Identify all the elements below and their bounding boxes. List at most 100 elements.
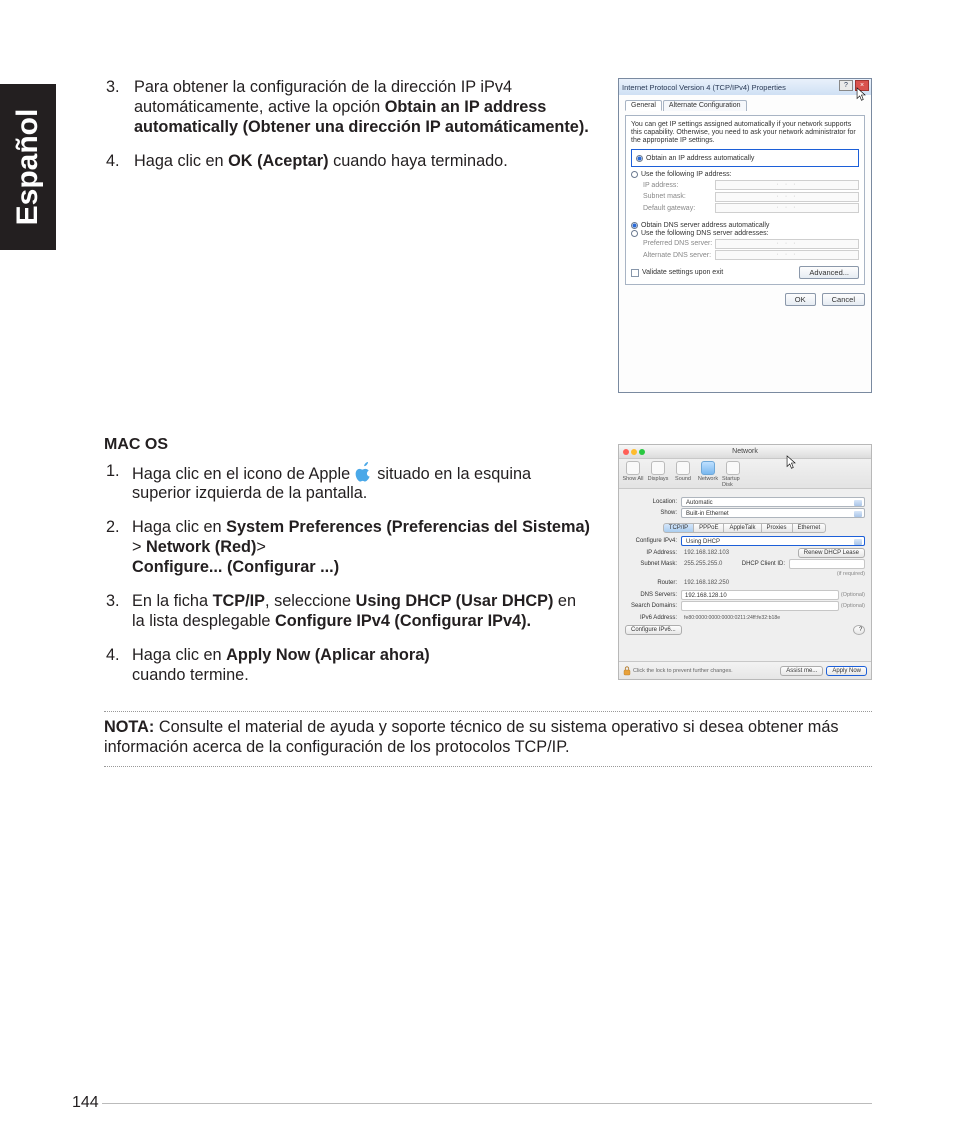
startup-disk-icon bbox=[726, 461, 740, 475]
radio-icon bbox=[636, 155, 643, 162]
configure-ipv6-button[interactable]: Configure IPv6... bbox=[625, 625, 682, 635]
label-show: Show: bbox=[625, 510, 681, 516]
renew-lease-button[interactable]: Renew DHCP Lease bbox=[798, 548, 865, 558]
bold-text: Using DHCP (Usar DHCP) bbox=[356, 592, 554, 610]
tab-general[interactable]: General bbox=[625, 100, 662, 111]
ok-button[interactable]: OK bbox=[785, 293, 816, 306]
display-icon bbox=[651, 461, 665, 475]
bold-text: Configure IPv4 (Con­figurar IPv4). bbox=[275, 612, 531, 630]
lock-icon bbox=[623, 666, 631, 676]
validate-checkbox-row[interactable]: Validate settings upon exit Advanced... bbox=[631, 266, 859, 279]
dhcp-client-id-field[interactable] bbox=[789, 559, 865, 569]
cancel-button[interactable]: Cancel bbox=[822, 293, 865, 306]
toolbar-label: Startup Disk bbox=[722, 476, 744, 488]
apply-now-button[interactable]: Apply Now bbox=[826, 666, 867, 676]
location-select[interactable]: Automatic bbox=[681, 497, 865, 507]
toolbar-label: Network bbox=[698, 476, 718, 482]
dialog-titlebar[interactable]: Internet Protocol Version 4 (TCP/IPv4) P… bbox=[619, 79, 871, 95]
label-gateway: Default gateway: bbox=[643, 205, 715, 212]
label-ip: IP address: bbox=[643, 182, 715, 189]
label-alt-dns: Alternate DNS server: bbox=[643, 252, 715, 259]
radio-label: Obtain an IP address automatically bbox=[646, 155, 754, 162]
label-subnet: Subnet Mask: bbox=[625, 561, 681, 567]
text: cuando termine. bbox=[132, 666, 249, 684]
assist-me-button[interactable]: Assist me... bbox=[780, 666, 823, 676]
page-footer-line bbox=[102, 1103, 872, 1104]
ip-address-field[interactable] bbox=[715, 180, 859, 190]
tab-alternate[interactable]: Alternate Configuration bbox=[663, 100, 747, 111]
note-paragraph: NOTA: Consulte el material de ayuda y so… bbox=[104, 718, 872, 758]
label-location: Location: bbox=[625, 499, 681, 505]
subnet-field[interactable] bbox=[715, 192, 859, 202]
bold-text: Apply Now (Aplicar ahora) bbox=[226, 646, 430, 664]
show-select[interactable]: Built-in Ethernet bbox=[681, 508, 865, 518]
language-tab: Español bbox=[0, 84, 56, 250]
radio-icon bbox=[631, 230, 638, 237]
value-ip: 192.168.182.103 bbox=[681, 548, 798, 558]
dotted-divider bbox=[104, 711, 872, 712]
subtab-proxies[interactable]: Proxies bbox=[761, 523, 793, 533]
language-tab-label: Español bbox=[11, 109, 45, 226]
radio-icon bbox=[631, 222, 638, 229]
configure-ipv4-select[interactable]: Using DHCP bbox=[681, 536, 865, 546]
text: , seleccione bbox=[265, 592, 356, 610]
mac-network-window: Network Show All Displays Sound Network … bbox=[618, 444, 872, 680]
close-button[interactable]: × bbox=[855, 80, 869, 91]
gateway-field[interactable] bbox=[715, 203, 859, 213]
bold-text: Network (Red) bbox=[146, 538, 256, 556]
select-value: Built-in Ethernet bbox=[686, 509, 729, 519]
label-dns: DNS Servers: bbox=[625, 592, 681, 598]
toolbar-displays[interactable]: Displays bbox=[647, 461, 669, 482]
label-search-domains: Search Domains: bbox=[625, 603, 681, 609]
value-ipv6: fe80:0000:0000:0000:0211:24ff:fe32:b18e bbox=[681, 613, 865, 623]
grid-icon bbox=[626, 461, 640, 475]
search-domains-field[interactable] bbox=[681, 601, 839, 611]
value-subnet: 255.255.255.0 bbox=[681, 559, 741, 569]
dns-servers-field[interactable]: 192.168.128.10 bbox=[681, 590, 839, 600]
text: cuando haya terminado. bbox=[329, 152, 508, 170]
toolbar-showall[interactable]: Show All bbox=[622, 461, 644, 482]
apple-logo-icon bbox=[355, 462, 373, 482]
toolbar-network[interactable]: Network bbox=[697, 461, 719, 482]
label-ipv6: IPv6 Address: bbox=[625, 615, 681, 621]
label-dhcp-client: DHCP Client ID: bbox=[741, 561, 789, 567]
help-button[interactable]: ? bbox=[839, 80, 853, 91]
mac-titlebar[interactable]: Network bbox=[619, 445, 871, 459]
subtab-ethernet[interactable]: Ethernet bbox=[792, 523, 827, 533]
subtab-tcpip[interactable]: TCP/IP bbox=[663, 523, 694, 533]
text: Haga clic en bbox=[134, 152, 228, 170]
label-configure-ipv4: Configure IPv4: bbox=[625, 538, 681, 544]
hint-text: (Optional) bbox=[841, 592, 865, 598]
radio-use-dns[interactable]: Use the following DNS server addresses: bbox=[631, 230, 859, 237]
radio-obtain-ip[interactable]: Obtain an IP address automatically bbox=[636, 155, 854, 162]
help-button[interactable]: ? bbox=[853, 625, 865, 635]
radio-label: Obtain DNS server address automatically bbox=[641, 222, 769, 229]
mac-step-4: Haga clic en Apply Now (Aplicar ahora) c… bbox=[132, 646, 592, 686]
radio-use-ip[interactable]: Use the following IP address: bbox=[631, 171, 859, 178]
lock-row[interactable]: Click the lock to prevent further change… bbox=[623, 666, 733, 676]
select-value: Using DHCP bbox=[686, 537, 720, 547]
toolbar-sound[interactable]: Sound bbox=[672, 461, 694, 482]
mac-step-3: En la ficha TCP/IP, seleccione Using DHC… bbox=[132, 592, 592, 632]
value-router: 192.168.182.250 bbox=[681, 578, 865, 588]
lock-text: Click the lock to prevent further change… bbox=[633, 668, 733, 674]
subtab-pppoe[interactable]: PPPoE bbox=[693, 523, 724, 533]
radio-label: Use the following IP address: bbox=[641, 171, 732, 178]
toolbar-label: Displays bbox=[648, 476, 669, 482]
mac-window-title: Network bbox=[619, 448, 871, 455]
advanced-button[interactable]: Advanced... bbox=[799, 266, 859, 279]
windows-step-4: Haga clic en OK (Aceptar) cuando haya te… bbox=[132, 152, 592, 172]
page-number: 144 bbox=[72, 1094, 99, 1112]
radio-icon bbox=[631, 171, 638, 178]
alt-dns-field[interactable] bbox=[715, 250, 859, 260]
text: Haga clic en el icono de Apple bbox=[132, 465, 355, 483]
bold-text: TCP/IP bbox=[213, 592, 265, 610]
sound-icon bbox=[676, 461, 690, 475]
toolbar-startup[interactable]: Startup Disk bbox=[722, 461, 744, 488]
subtab-appletalk[interactable]: AppleTalk bbox=[723, 523, 761, 533]
mac-step-1: Haga clic en el icono de Apple situado e… bbox=[132, 462, 592, 505]
text: > bbox=[256, 538, 266, 556]
mac-step-2: Haga clic en System Preferences (Prefere… bbox=[132, 518, 592, 578]
pref-dns-field[interactable] bbox=[715, 239, 859, 249]
radio-obtain-dns[interactable]: Obtain DNS server address automatically bbox=[631, 222, 859, 229]
